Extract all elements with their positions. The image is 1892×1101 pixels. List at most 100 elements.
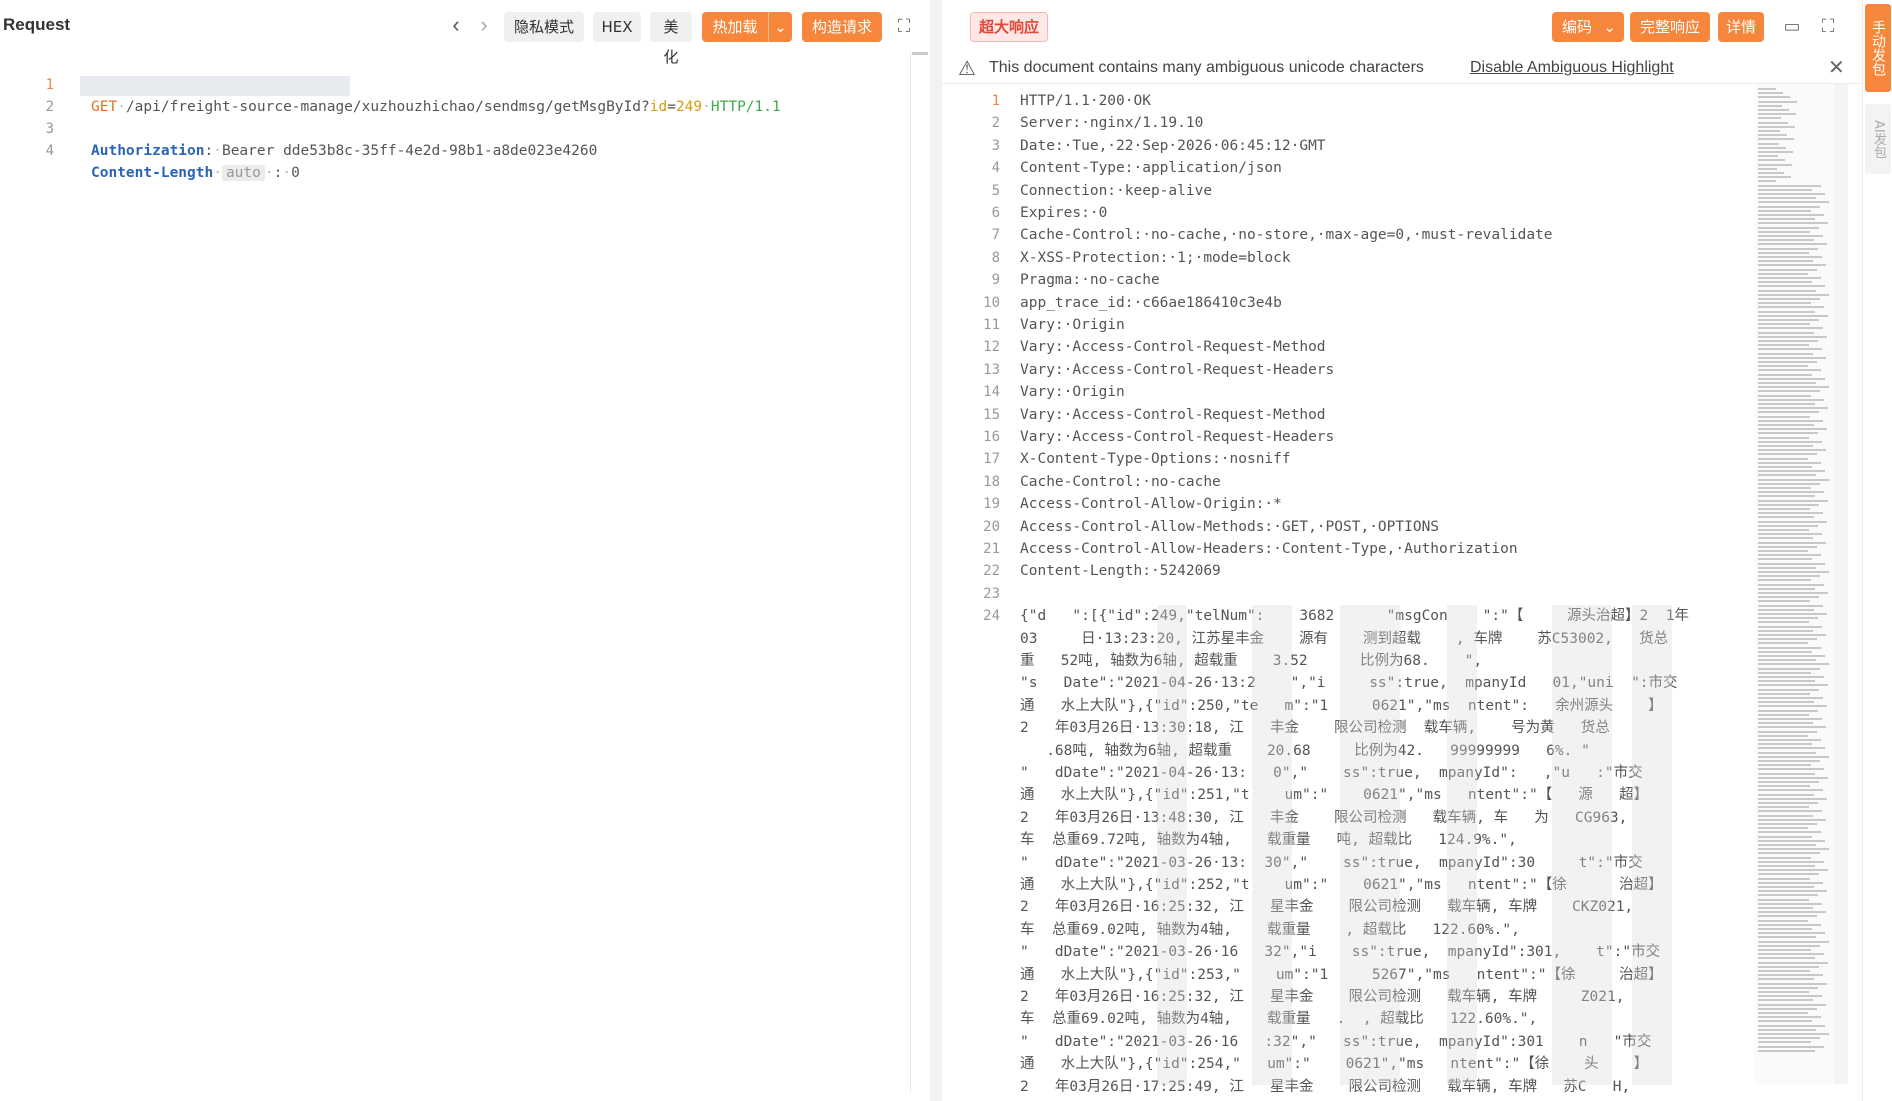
response-line: 12 Vary:·Access-Control-Request-Method bbox=[942, 336, 1754, 358]
response-line: 6 Expires:·0 bbox=[942, 202, 1754, 224]
hex-button[interactable]: HEX bbox=[593, 12, 641, 42]
minimap-line bbox=[1758, 130, 1780, 132]
redacted-block bbox=[1252, 605, 1292, 1086]
minimap-line bbox=[1758, 751, 1816, 754]
response-line: 16 Vary:·Access-Control-Request-Headers bbox=[942, 426, 1754, 448]
code-minimap[interactable] bbox=[1754, 84, 1834, 1084]
details-button[interactable]: 详情 bbox=[1718, 12, 1764, 42]
minimap-line bbox=[1758, 814, 1813, 817]
minimap-line bbox=[1758, 159, 1785, 162]
minimap-line bbox=[1758, 873, 1819, 876]
request-editor[interactable]: 1 GET·/api/freight-source-manage/xuzhouz… bbox=[0, 52, 910, 1101]
chevron-down-icon: ⌄ bbox=[1603, 18, 1616, 36]
minimap-line bbox=[1758, 201, 1829, 204]
minimap-line bbox=[1758, 923, 1821, 926]
minimap-line bbox=[1758, 911, 1826, 914]
minimap-line bbox=[1758, 239, 1814, 242]
disable-highlight-link[interactable]: Disable Ambiguous Highlight bbox=[1470, 59, 1674, 77]
response-line: 4 Content-Type:·application/json bbox=[942, 157, 1754, 179]
warning-icon: ⚠ bbox=[958, 58, 976, 80]
beautify-button[interactable]: 美化 bbox=[650, 12, 692, 66]
minimap-line bbox=[1758, 915, 1817, 918]
manual-send-tab[interactable]: 手动发包 bbox=[1865, 4, 1891, 92]
minimap-line bbox=[1758, 394, 1811, 397]
minimap-line bbox=[1758, 944, 1820, 947]
build-request-button[interactable]: 构造请求 bbox=[802, 12, 882, 42]
minimap-line bbox=[1758, 520, 1827, 523]
minimap-line bbox=[1758, 881, 1823, 884]
minimap-line bbox=[1758, 298, 1820, 300]
request-scrollbar[interactable] bbox=[910, 52, 928, 1092]
full-response-button[interactable]: 完整响应 bbox=[1630, 12, 1710, 42]
request-line: 1 GET·/api/freight-source-manage/xuzhouz… bbox=[0, 52, 905, 115]
line-number: 22 bbox=[983, 563, 1000, 580]
minimap-line bbox=[1758, 466, 1812, 468]
response-line-text: Access-Control-Allow-Headers:·Content-Ty… bbox=[1020, 541, 1518, 557]
minimap-line bbox=[1758, 953, 1824, 956]
scrollbar-thumb[interactable] bbox=[912, 52, 928, 55]
minimap-line bbox=[1758, 621, 1809, 624]
minimap-line bbox=[1758, 428, 1827, 431]
minimap-line bbox=[1758, 382, 1816, 384]
minimap-line bbox=[1758, 697, 1823, 699]
minimap-line bbox=[1758, 264, 1826, 267]
minimap-line bbox=[1758, 1028, 1816, 1031]
minimap-line bbox=[1758, 810, 1822, 813]
minimap-line bbox=[1758, 818, 1826, 821]
response-line-text: Access-Control-Allow-Origin:·* bbox=[1020, 496, 1282, 513]
hot-load-dropdown-chevron-icon[interactable]: ⌄ bbox=[768, 12, 792, 42]
minimap-line bbox=[1758, 1007, 1817, 1010]
minimap-line bbox=[1758, 487, 1811, 489]
minimap-line bbox=[1758, 949, 1811, 951]
response-line: 14 Vary:·Origin bbox=[942, 381, 1754, 403]
minimap-line bbox=[1758, 398, 1824, 401]
minimap-line bbox=[1758, 831, 1821, 834]
response-editor[interactable]: 1 HTTP/1.1·200·OK 2 Server:·nginx/1.19.10 3 D… bbox=[942, 84, 1754, 1101]
minimap-line bbox=[1758, 251, 1809, 254]
request-panel: Request ‹ › 隐私模式 HEX 美化 热加载 ⌄ 构造请求 ⛶ 1 G… bbox=[0, 0, 930, 1101]
response-line: 5 Connection:·keep-alive bbox=[942, 180, 1754, 202]
encoding-dropdown[interactable]: 编码 ⌄ bbox=[1552, 12, 1624, 42]
minimap-line bbox=[1758, 436, 1809, 439]
forward-arrow-icon[interactable]: › bbox=[473, 12, 495, 38]
private-mode-button[interactable]: 隐私模式 bbox=[504, 12, 584, 42]
response-scrollbar[interactable] bbox=[1834, 84, 1848, 1084]
minimap-line bbox=[1758, 995, 1822, 998]
expand-icon[interactable]: ⛶ bbox=[892, 14, 916, 38]
minimap-line bbox=[1758, 558, 1812, 561]
minimap-line bbox=[1758, 541, 1826, 544]
minimap-line bbox=[1758, 222, 1828, 225]
minimap-line bbox=[1758, 478, 1829, 481]
hot-load-button[interactable]: 热加载 bbox=[702, 12, 768, 42]
expand-icon[interactable]: ⛶ bbox=[1816, 14, 1840, 38]
minimap-line bbox=[1758, 793, 1814, 796]
line-number: 1 bbox=[991, 93, 1000, 109]
response-line: 1 HTTP/1.1·200·OK bbox=[942, 90, 1754, 112]
minimap-line bbox=[1758, 554, 1821, 557]
minimap-line bbox=[1758, 256, 1822, 258]
comment-icon[interactable]: ▭ bbox=[1780, 14, 1804, 38]
ai-send-tab[interactable]: AI发包 bbox=[1865, 104, 1891, 174]
redacted-block bbox=[1447, 605, 1477, 1086]
minimap-line bbox=[1758, 184, 1821, 187]
minimap-line bbox=[1758, 474, 1816, 477]
minimap-line bbox=[1758, 516, 1814, 519]
response-line-text: Connection:·keep-alive bbox=[1020, 182, 1213, 199]
line-number: 4 bbox=[45, 143, 54, 159]
minimap-line bbox=[1758, 579, 1811, 582]
minimap-line bbox=[1758, 319, 1819, 321]
line-number: 14 bbox=[983, 384, 1000, 401]
minimap-line bbox=[1758, 629, 1813, 632]
minimap-line bbox=[1758, 856, 1811, 859]
minimap-line bbox=[1758, 608, 1814, 611]
response-body-text: " dDate":"2021-04-26·13: 0"," ss":true, … bbox=[1020, 765, 1643, 781]
minimap-line bbox=[1758, 100, 1797, 103]
close-icon[interactable]: ✕ bbox=[1828, 55, 1845, 80]
panel-divider[interactable] bbox=[930, 0, 942, 1101]
minimap-line bbox=[1758, 512, 1823, 515]
response-line-text: Content-Length:·5242069 bbox=[1020, 563, 1221, 580]
minimap-line bbox=[1758, 730, 1817, 733]
response-line: 8 X-XSS-Protection:·1;·mode=block bbox=[942, 247, 1754, 269]
minimap-line bbox=[1758, 650, 1812, 653]
back-arrow-icon[interactable]: ‹ bbox=[445, 12, 467, 38]
